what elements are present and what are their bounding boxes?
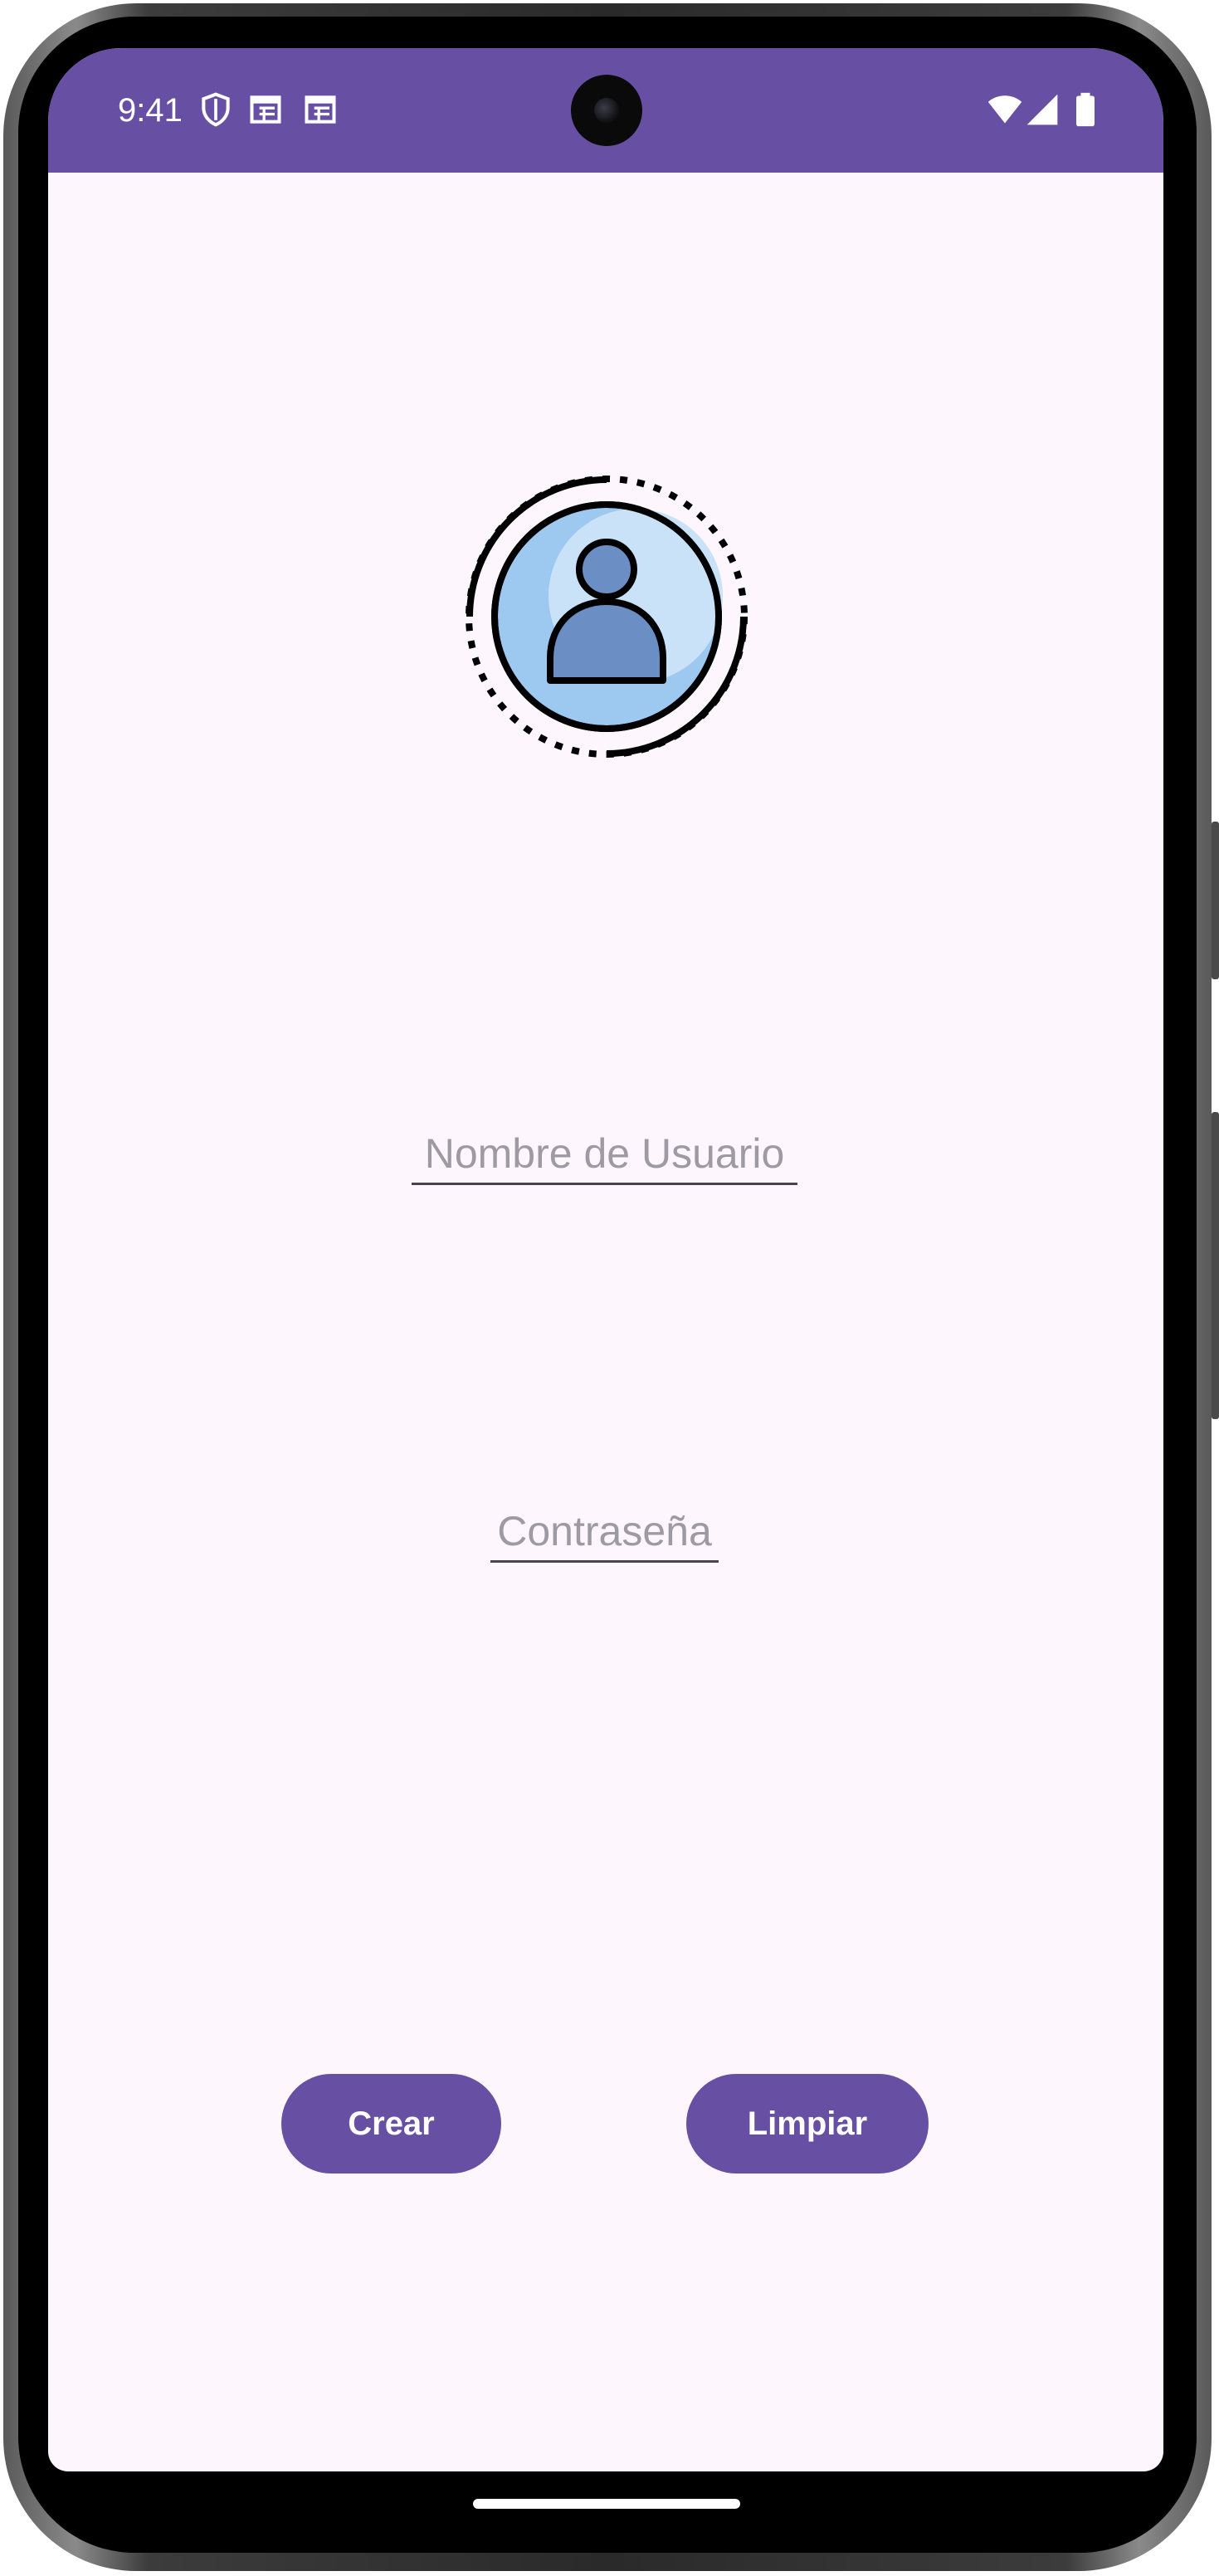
user-avatar-icon [466, 476, 748, 758]
cellular-signal-icon [1026, 94, 1058, 125]
create-button[interactable]: Crear [281, 2074, 501, 2174]
calendar-icon [305, 95, 336, 124]
home-indicator[interactable] [473, 2499, 740, 2509]
battery-icon [1076, 92, 1095, 127]
clear-button[interactable]: Limpiar [686, 2074, 929, 2174]
shield-icon [202, 92, 230, 127]
calendar-icon [250, 95, 281, 124]
volume-button [1212, 822, 1219, 979]
password-input[interactable]: Contraseña [490, 1502, 719, 1563]
app-screen: 9:41 Nombre de Usuario Contraseña Crear … [48, 48, 1163, 2471]
power-button [1212, 1112, 1219, 1419]
front-camera [571, 75, 642, 146]
status-bar: 9:41 [48, 48, 1163, 173]
username-input[interactable]: Nombre de Usuario [412, 1125, 797, 1185]
status-time: 9:41 [118, 92, 183, 129]
phone-device: 9:41 Nombre de Usuario Contraseña Crear … [0, 0, 1219, 2576]
wifi-icon [987, 95, 1022, 124]
